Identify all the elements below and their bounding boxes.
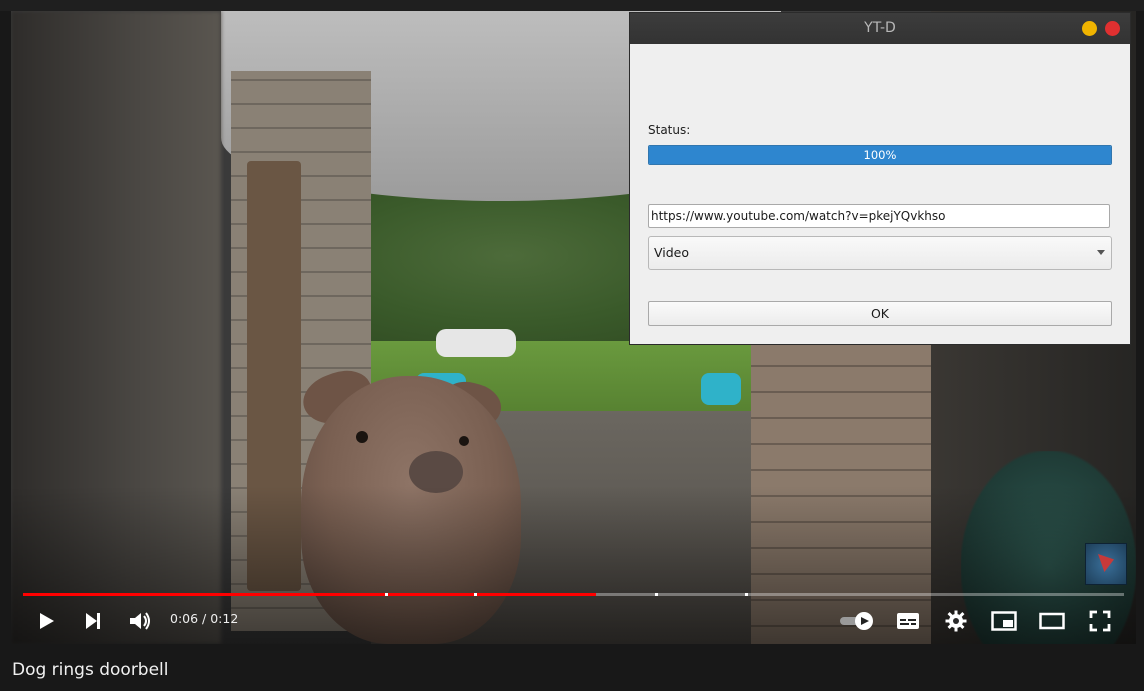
- url-input[interactable]: https://www.youtube.com/watch?v=pkejYQvk…: [648, 204, 1110, 228]
- close-button[interactable]: [1105, 21, 1120, 36]
- subtitles-icon: [897, 613, 919, 629]
- chapter-marker: [745, 593, 749, 596]
- autoplay-toggle-icon: [840, 612, 873, 630]
- next-button[interactable]: [73, 601, 113, 641]
- video-title: Dog rings doorbell: [12, 660, 169, 680]
- format-select-value: Video: [654, 245, 690, 260]
- download-progress-bar: 100%: [648, 145, 1112, 165]
- chapter-marker: [474, 593, 478, 596]
- fullscreen-button[interactable]: [1080, 601, 1120, 641]
- mute-button[interactable]: [120, 601, 160, 641]
- download-progress-text: 100%: [863, 148, 897, 162]
- minimize-button[interactable]: [1082, 21, 1097, 36]
- subtitles-button[interactable]: [888, 601, 928, 641]
- play-icon: [40, 613, 54, 629]
- miniplayer-button[interactable]: [984, 601, 1024, 641]
- volume-icon: [130, 612, 150, 630]
- yt-d-dialog: YT-D Status: 100% https://www.youtube.co…: [630, 13, 1130, 344]
- chevron-down-icon: [1097, 250, 1105, 255]
- player-controls: 0:06 / 0:12: [11, 601, 1136, 643]
- status-label: Status:: [648, 123, 691, 137]
- dialog-titlebar[interactable]: YT-D: [630, 13, 1130, 44]
- ok-button[interactable]: OK: [648, 301, 1112, 326]
- chapter-marker: [385, 593, 389, 596]
- autoplay-toggle[interactable]: [837, 601, 877, 641]
- top-strip: [0, 0, 1144, 11]
- progress-bar[interactable]: [23, 593, 1124, 596]
- chapter-marker: [654, 593, 658, 596]
- theater-mode-button[interactable]: [1032, 601, 1072, 641]
- format-select[interactable]: Video: [648, 236, 1112, 270]
- theater-mode-icon: [1039, 612, 1065, 630]
- progress-played: [23, 593, 596, 596]
- dialog-title: YT-D: [864, 20, 896, 36]
- miniplayer-icon: [991, 611, 1017, 631]
- time-display: 0:06 / 0:12: [170, 611, 239, 626]
- play-button[interactable]: [26, 601, 66, 641]
- settings-button[interactable]: [936, 601, 976, 641]
- gear-icon: [945, 610, 967, 632]
- channel-avatar[interactable]: [1085, 543, 1127, 585]
- next-icon: [86, 613, 100, 629]
- fullscreen-icon: [1089, 610, 1111, 632]
